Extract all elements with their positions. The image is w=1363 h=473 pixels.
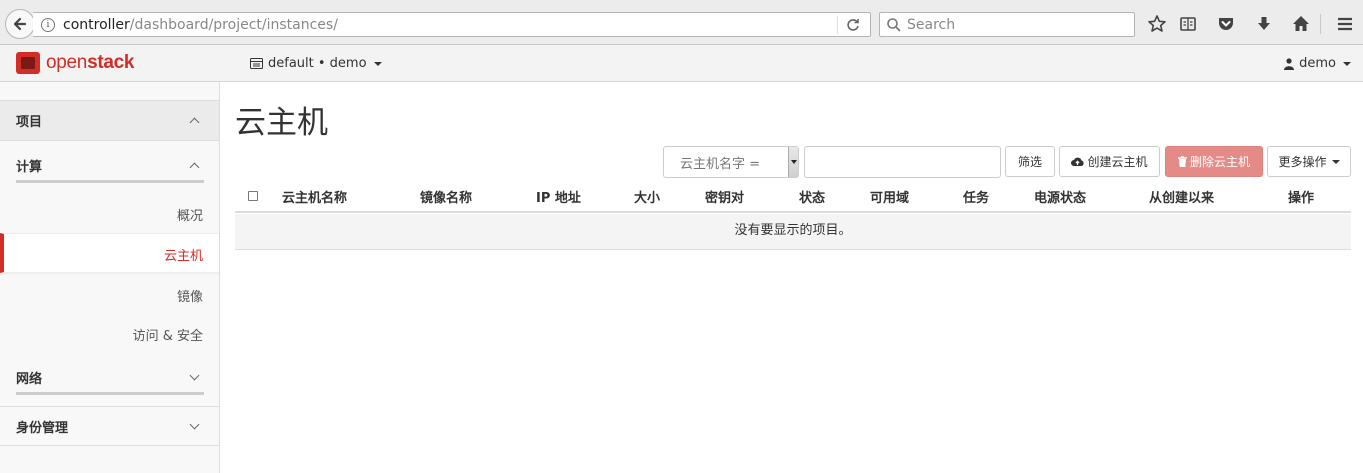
column-header-power-state[interactable]: 电源状态 — [1034, 187, 1086, 206]
toolbar-divider — [1320, 14, 1321, 34]
filter-field-select-value: 云主机名字 = — [680, 156, 761, 172]
filter-field-select[interactable]: 云主机名字 = — [663, 146, 799, 178]
column-header-age[interactable]: 从创建以来 — [1149, 187, 1214, 206]
chevron-up-icon — [189, 162, 200, 172]
openstack-logo-icon — [16, 52, 40, 74]
cloud-upload-icon — [1071, 157, 1085, 166]
sidebar-item-overview[interactable]: 概况 — [177, 205, 203, 224]
user-menu-label: demo — [1299, 56, 1336, 71]
pocket-icon[interactable] — [1215, 13, 1237, 35]
sidebar: 项目 计算 概况 云主机 镜像 访问 & 安全 网络 身份管理 — [0, 82, 220, 473]
search-icon — [887, 17, 901, 32]
sidebar-section-project[interactable]: 项目 — [0, 100, 219, 141]
column-header-actions: 操作 — [1288, 191, 1315, 206]
column-header-status[interactable]: 状态 — [799, 187, 825, 206]
sidebar-section-identity[interactable]: 身份管理 — [0, 407, 219, 445]
address-bar[interactable]: i controller/dashboard/project/instances… — [33, 12, 871, 37]
chevron-down-icon — [189, 419, 200, 429]
chevron-down-icon — [189, 370, 200, 380]
sidebar-section-underline — [16, 180, 204, 183]
sidebar-section-compute[interactable]: 计算 — [0, 150, 219, 184]
more-actions-caret-icon — [1331, 159, 1340, 164]
create-instance-button[interactable]: 创建云主机 — [1059, 146, 1160, 177]
empty-table-message: 没有要显示的项目。 — [235, 214, 1351, 250]
create-instance-button-label: 创建云主机 — [1087, 155, 1148, 169]
bookmark-star-icon[interactable] — [1146, 13, 1168, 35]
column-header-task[interactable]: 任务 — [963, 187, 989, 206]
site-info-icon[interactable]: i — [41, 17, 55, 32]
sidebar-section-network[interactable]: 网络 — [0, 362, 219, 396]
column-header-instance-name[interactable]: 云主机名称 — [282, 187, 347, 206]
trash-icon — [1177, 156, 1187, 167]
select-all-checkbox[interactable] — [248, 191, 258, 201]
openstack-logo[interactable]: openstack — [16, 52, 134, 74]
sidebar-item-images[interactable]: 镜像 — [177, 286, 203, 305]
column-header-key-pair[interactable]: 密钥对 — [705, 187, 744, 206]
reading-list-icon[interactable] — [1177, 13, 1199, 35]
column-header-ip-address[interactable]: IP 地址 — [536, 187, 581, 206]
select-dropdown-icon[interactable] — [788, 147, 798, 177]
project-list-icon — [250, 58, 263, 69]
url-host: controller — [63, 16, 130, 33]
sidebar-section-identity-label: 身份管理 — [16, 420, 69, 436]
sidebar-divider — [0, 445, 219, 446]
instances-table-header: 云主机名称 镜像名称 IP 地址 大小 密钥对 状态 可用域 任务 电源状态 从… — [235, 178, 1351, 213]
filter-button[interactable]: 筛选 — [1005, 146, 1055, 177]
search-bar[interactable] — [879, 12, 1135, 37]
delete-instances-button[interactable]: 删除云主机 — [1165, 146, 1263, 177]
sidebar-section-underline — [16, 392, 204, 395]
sidebar-section-project-label: 项目 — [16, 115, 43, 130]
openstack-header: openstack default • demo demo — [0, 45, 1363, 82]
sidebar-item-access-security[interactable]: 访问 & 安全 — [133, 325, 203, 344]
back-arrow-icon — [13, 17, 27, 31]
menu-icon[interactable] — [1334, 13, 1356, 35]
download-icon[interactable] — [1253, 13, 1275, 35]
back-button[interactable] — [5, 9, 35, 39]
openstack-logo-text: openstack — [46, 52, 134, 74]
sidebar-item-instances[interactable]: 云主机 — [0, 233, 219, 273]
search-input[interactable] — [907, 16, 1127, 33]
reload-icon[interactable] — [844, 16, 862, 34]
url-separator — [837, 16, 838, 34]
page-title: 云主机 — [235, 105, 328, 141]
url-path: /dashboard/project/instances/ — [129, 16, 338, 33]
filter-button-label: 筛选 — [1017, 155, 1042, 169]
url-text: controller/dashboard/project/instances/ — [63, 17, 338, 33]
delete-instances-button-label: 删除云主机 — [1189, 155, 1250, 169]
logo-text-stack: stack — [87, 52, 135, 73]
column-header-size[interactable]: 大小 — [634, 187, 660, 206]
sidebar-item-instances-label: 云主机 — [163, 249, 203, 264]
home-icon[interactable] — [1290, 13, 1312, 35]
sidebar-section-network-label: 网络 — [16, 371, 43, 387]
logo-text-open: open — [46, 52, 88, 73]
column-header-image-name[interactable]: 镜像名称 — [420, 187, 472, 206]
browser-toolbar: i controller/dashboard/project/instances… — [0, 0, 1363, 45]
user-menu[interactable]: demo — [1284, 56, 1351, 71]
user-caret-icon — [1343, 61, 1351, 66]
project-selector-label: default • demo — [268, 56, 367, 71]
column-header-availability-zone[interactable]: 可用域 — [870, 187, 909, 206]
filter-input[interactable] — [804, 146, 1001, 178]
chevron-up-icon — [189, 117, 200, 128]
more-actions-button-label: 更多操作 — [1278, 155, 1327, 169]
more-actions-button[interactable]: 更多操作 — [1267, 146, 1351, 177]
project-selector[interactable]: default • demo — [250, 56, 382, 71]
project-caret-icon — [373, 61, 382, 66]
user-icon — [1284, 57, 1295, 70]
sidebar-section-compute-label: 计算 — [16, 159, 43, 175]
